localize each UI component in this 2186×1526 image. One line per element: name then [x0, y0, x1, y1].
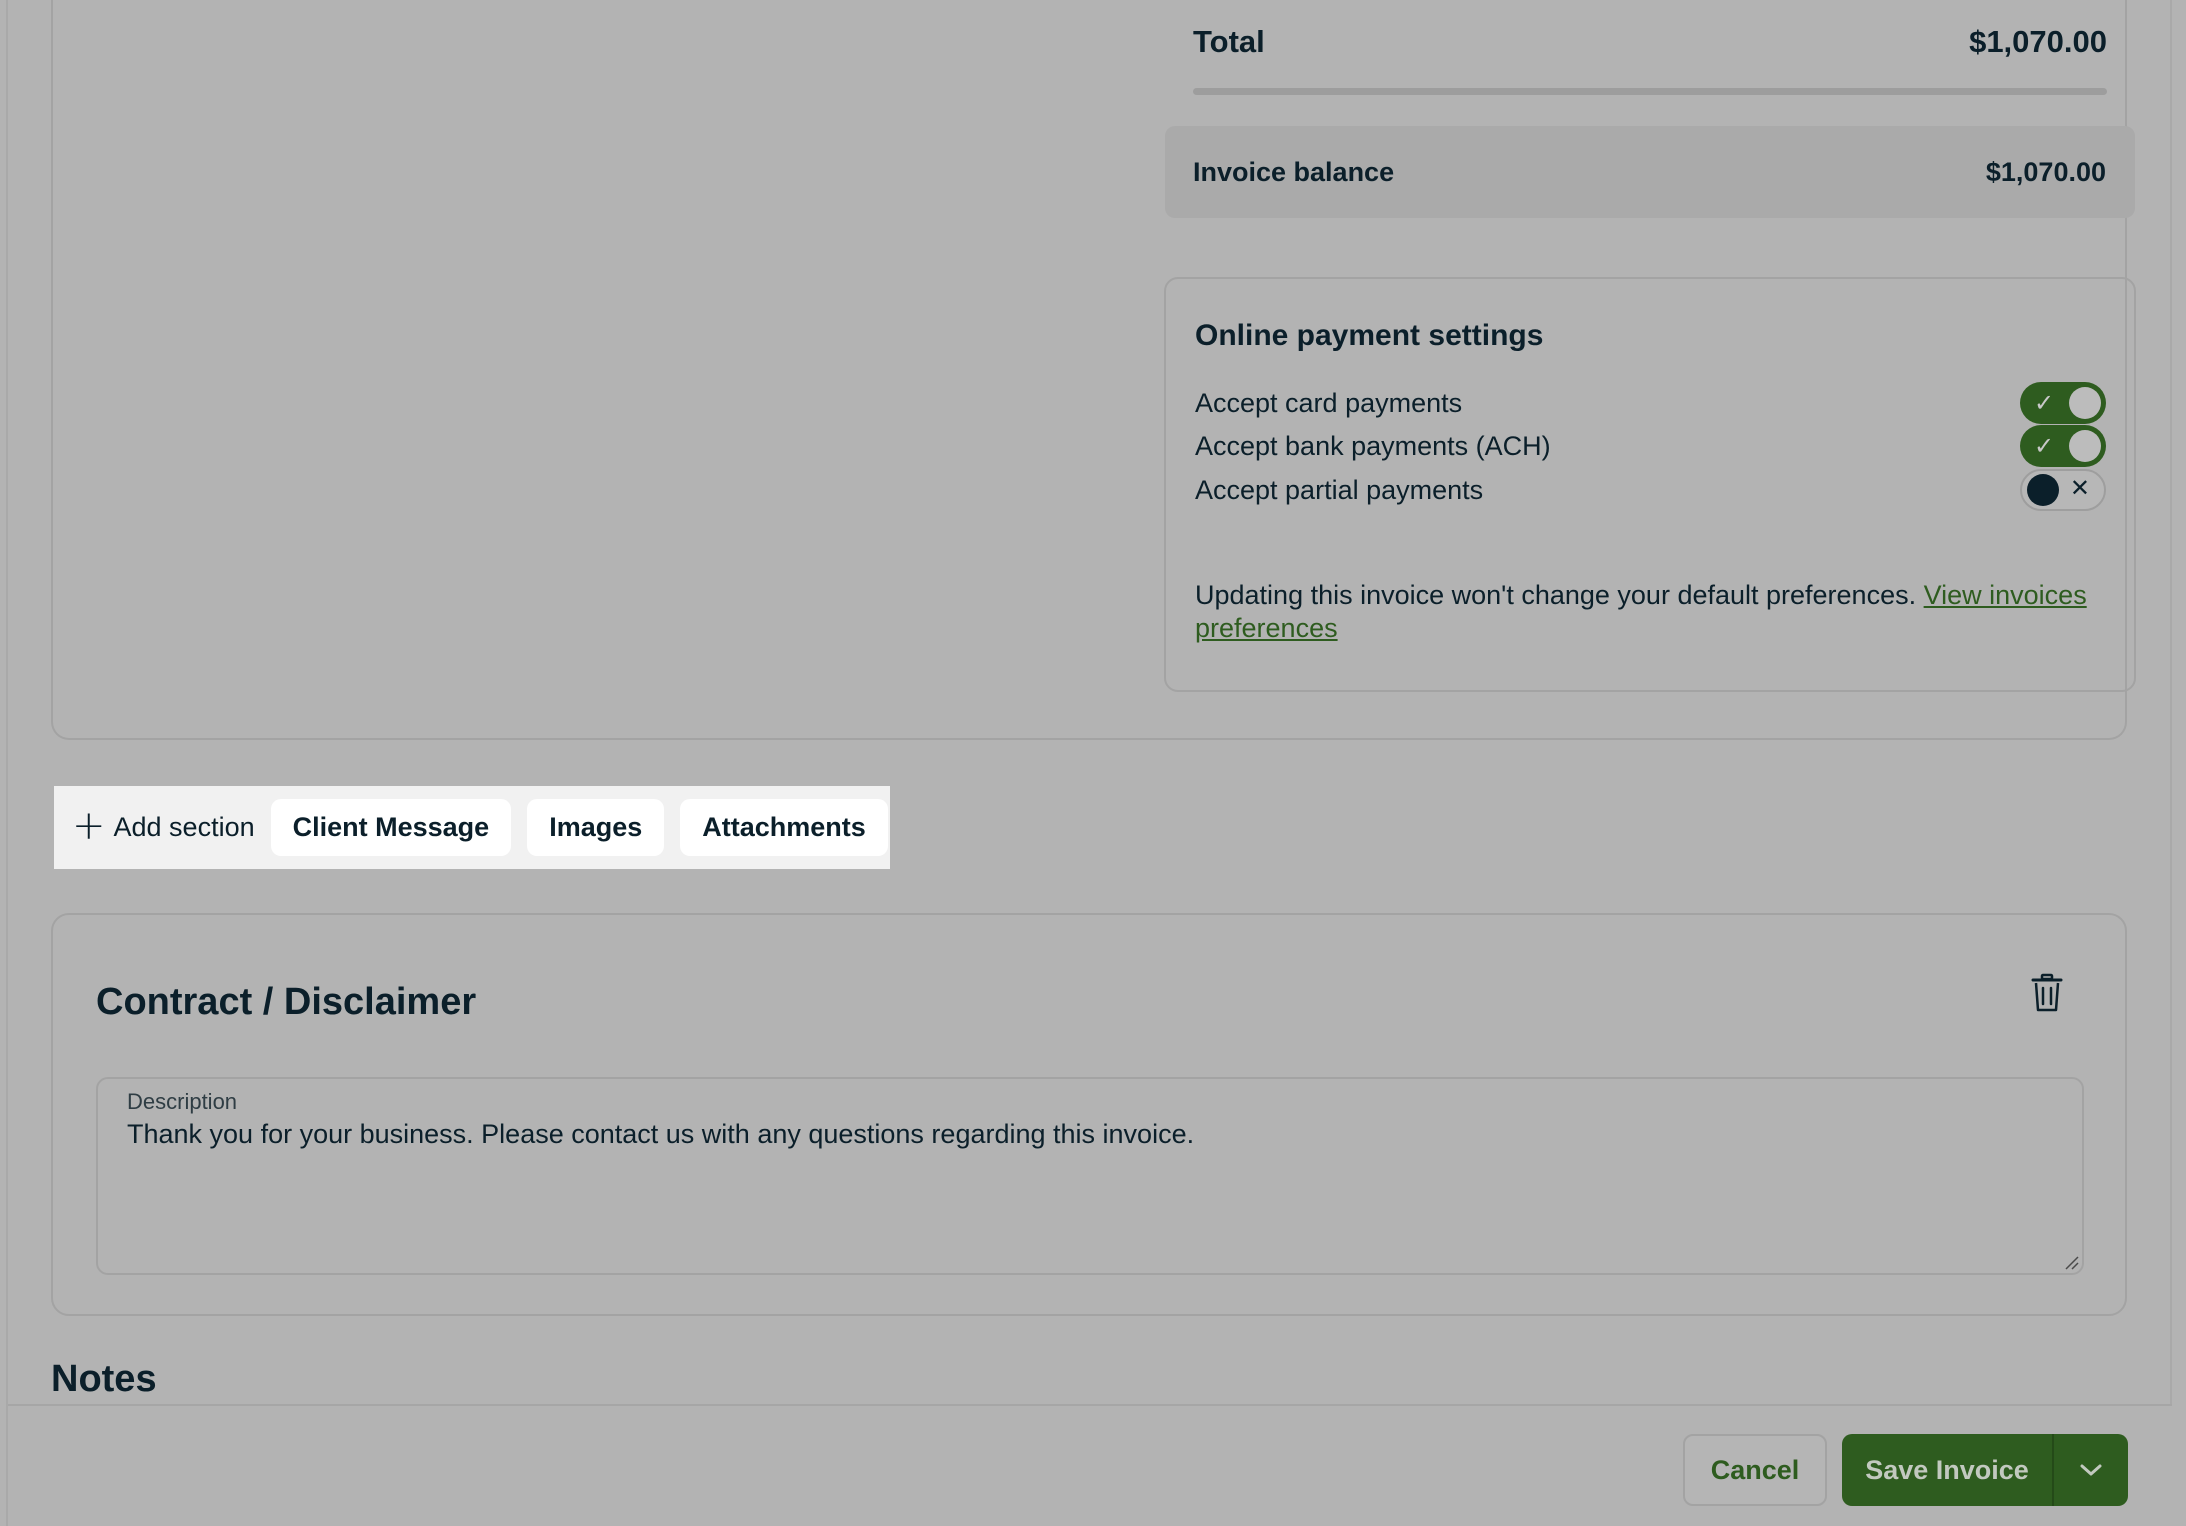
total-row: Total $1,070.00 — [1193, 24, 2107, 60]
toggle-knob — [2069, 430, 2101, 462]
total-value: $1,070.00 — [1969, 24, 2107, 59]
save-options-dropdown[interactable] — [2054, 1434, 2128, 1506]
payment-settings-title: Online payment settings — [1195, 319, 1544, 352]
trash-icon[interactable] — [2031, 973, 2063, 1013]
payment-option-label: Accept bank payments (ACH) — [1195, 430, 1551, 461]
left-edge — [6, 0, 8, 1526]
add-attachments-button[interactable]: Attachments — [680, 799, 888, 856]
right-edge — [2170, 0, 2172, 1526]
resize-handle-icon[interactable] — [2064, 1255, 2080, 1271]
description-value: Thank you for your business. Please cont… — [127, 1119, 1195, 1149]
save-invoice-button-group: Save Invoice — [1842, 1434, 2128, 1506]
invoice-summary-card: Total $1,070.00 Invoice balance $1,070.0… — [51, 0, 2136, 740]
add-images-button[interactable]: Images — [527, 799, 665, 856]
add-section-label: Add section — [113, 812, 255, 842]
description-label: Description — [127, 1089, 238, 1114]
total-divider — [1193, 88, 2107, 95]
check-icon: ✓ — [2034, 389, 2055, 417]
balance-value: $1,070.00 — [1985, 156, 2106, 187]
payment-option-ach: Accept bank payments (ACH) ✓ — [1195, 424, 2106, 468]
partial-payments-toggle[interactable]: ✕ — [2020, 469, 2106, 511]
invoice-balance-box: Invoice balance $1,070.00 — [1165, 126, 2135, 218]
cancel-button[interactable]: Cancel — [1683, 1434, 1827, 1506]
payment-note-text: Updating this invoice won't change your … — [1195, 580, 1917, 610]
payment-settings-note: Updating this invoice won't change your … — [1195, 579, 2094, 645]
check-icon: ✓ — [2034, 432, 2055, 460]
payment-option-partial: Accept partial payments ✕ — [1195, 468, 2106, 512]
payment-option-card: Accept card payments ✓ — [1195, 381, 2106, 425]
chevron-down-icon — [2080, 1464, 2102, 1476]
total-label: Total — [1193, 24, 1265, 59]
balance-label: Invoice balance — [1193, 156, 1395, 187]
ach-payments-toggle[interactable]: ✓ — [2020, 425, 2106, 467]
toggle-knob — [2069, 387, 2101, 419]
save-invoice-button[interactable]: Save Invoice — [1842, 1434, 2054, 1506]
close-icon: ✕ — [2069, 474, 2090, 502]
add-client-message-button[interactable]: Client Message — [270, 799, 512, 856]
contract-disclaimer-card: Contract / Disclaimer Description Thank … — [51, 913, 2127, 1316]
add-section-button[interactable]: + Add section — [72, 806, 255, 846]
payment-option-label: Accept partial payments — [1195, 474, 1484, 505]
plus-icon: + — [72, 802, 106, 849]
online-payment-settings-card: Online payment settings Accept card paym… — [1164, 277, 2136, 692]
description-textarea[interactable]: Description Thank you for your business.… — [96, 1077, 2084, 1275]
payment-option-label: Accept card payments — [1195, 387, 1463, 418]
add-section-bar: + Add section Client Message Images Atta… — [54, 786, 890, 869]
toggle-knob — [2027, 474, 2059, 506]
contract-title: Contract / Disclaimer — [96, 981, 477, 1023]
card-payments-toggle[interactable]: ✓ — [2020, 382, 2106, 424]
footer-action-bar: Cancel Save Invoice — [8, 1404, 2172, 1526]
notes-title: Notes — [51, 1358, 157, 1400]
